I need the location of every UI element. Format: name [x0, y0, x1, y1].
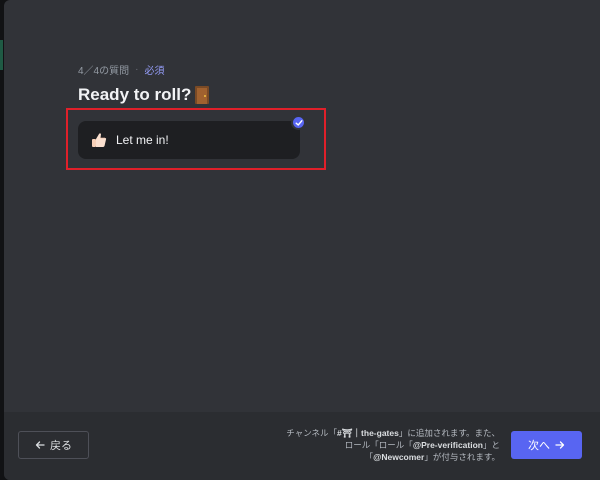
check-icon	[295, 119, 302, 126]
required-label: 必須	[144, 66, 165, 77]
thumbs-up-icon	[92, 133, 107, 147]
next-button-label: 次へ	[528, 440, 550, 452]
back-button[interactable]: 戻る	[18, 431, 89, 459]
arrow-right-icon	[555, 441, 565, 449]
onboarding-modal: 4／4の質問 · 必須 Ready to roll? Let me in! 戻る…	[4, 0, 600, 480]
channel-name: #⛩｜the-gates	[337, 428, 399, 438]
arrow-left-icon	[35, 441, 45, 449]
progress-separator: ·	[135, 64, 139, 75]
assignment-note: チャンネル「#⛩｜the-gates」に追加されます。また、 ロール「ロール「@…	[286, 428, 500, 462]
question-progress: 4／4の質問 · 必須	[78, 62, 558, 77]
question-content: 4／4の質問 · 必須 Ready to roll?	[78, 62, 558, 105]
background-strip	[0, 40, 3, 70]
role-pre-verification: @Pre-verification	[412, 440, 483, 450]
back-button-label: 戻る	[50, 440, 72, 452]
question-title-text: Ready to roll?	[78, 85, 192, 104]
role-newcomer: @Newcomer	[373, 452, 425, 462]
door-icon	[195, 86, 210, 104]
option-label: Let me in!	[116, 133, 169, 147]
progress-text: 4／4の質問	[78, 66, 130, 77]
question-title: Ready to roll?	[78, 85, 558, 105]
next-button[interactable]: 次へ	[511, 431, 582, 459]
modal-footer: 戻る チャンネル「#⛩｜the-gates」に追加されます。また、 ロール「ロー…	[4, 412, 600, 480]
selected-check-badge	[291, 115, 306, 130]
option-let-me-in[interactable]: Let me in!	[78, 121, 300, 159]
